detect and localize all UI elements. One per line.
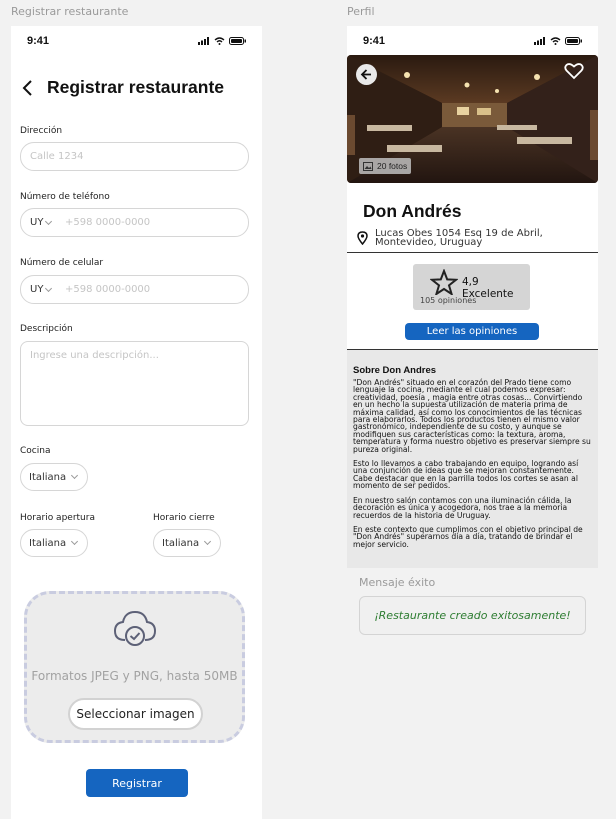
phone-country-code: UY — [30, 217, 44, 228]
read-reviews-button[interactable]: Leer las opiniones — [405, 323, 539, 340]
success-message: ¡Restaurante creado exitosamente! — [374, 609, 571, 622]
opening-value: Italiana — [29, 537, 67, 549]
about-paragraph: "Don Andrés" situado en el corazón del P… — [353, 378, 591, 454]
address-line-2: Montevideo, Uruguay — [375, 237, 483, 248]
about-paragraph: En nuestro salón contamos con una ilumin… — [353, 495, 572, 520]
signal-icon — [534, 37, 545, 45]
upload-formats-text: Formatos JPEG y PNG, hasta 50MB — [31, 669, 238, 683]
restaurant-photo[interactable]: 20 fotos — [347, 55, 598, 183]
description-textarea[interactable]: Ingrese una descripción... — [20, 341, 249, 426]
frame-label-profile: Perfil — [347, 5, 375, 18]
about-title: Sobre Don Andres — [353, 365, 437, 376]
divider — [347, 252, 598, 253]
phone-input[interactable]: UY +598 0000-0000 — [20, 208, 249, 237]
description-label: Descripción — [20, 324, 73, 334]
about-section: Sobre Don Andres "Don Andrés" situado en… — [347, 350, 598, 568]
back-button[interactable] — [19, 78, 37, 98]
mobile-input[interactable]: UY +598 0000-0000 — [20, 275, 249, 304]
about-paragraph: Esto lo llevamos a cabo trabajando en eq… — [353, 459, 579, 491]
frame-label-register: Registrar restaurante — [11, 5, 129, 18]
about-paragraph: En este contexto que cumplimos con el ob… — [353, 524, 583, 549]
photo-count-text: 20 fotos — [377, 161, 408, 171]
phone-placeholder: +598 0000-0000 — [65, 217, 151, 228]
status-bar: 9:41 — [11, 26, 262, 56]
closing-value: Italiana — [162, 537, 200, 549]
address-input[interactable]: Calle 1234 — [20, 142, 249, 171]
restaurant-address: Lucas Obes 1054 Esq 19 de Abril, Montevi… — [375, 229, 543, 248]
register-button[interactable]: Registrar — [86, 769, 188, 797]
heart-icon — [564, 63, 584, 80]
opening-label: Horario apertura — [20, 513, 95, 523]
frame-label-success: Mensaje éxito — [359, 576, 436, 589]
about-text: "Don Andrés" situado en el corazón del P… — [353, 379, 592, 548]
description-placeholder: Ingrese una descripción... — [30, 350, 159, 361]
favorite-button[interactable] — [563, 61, 585, 81]
chevron-down-icon — [71, 471, 79, 480]
select-image-button[interactable]: Seleccionar imagen — [68, 698, 203, 730]
battery-icon — [565, 37, 582, 45]
rating-card: 4,9 Excelente 105 opiniones — [413, 264, 530, 310]
cuisine-select[interactable]: Italiana — [20, 463, 88, 491]
mobile-placeholder: +598 0000-0000 — [65, 284, 151, 295]
cuisine-value: Italiana — [29, 471, 67, 483]
cloud-check-icon — [113, 610, 157, 646]
signal-icon — [198, 37, 209, 45]
chevron-down-icon — [204, 537, 212, 546]
chevron-down-icon — [45, 284, 53, 292]
address-label: Dirección — [20, 126, 63, 136]
location-pin-icon — [357, 231, 368, 245]
arrow-left-icon — [360, 69, 371, 80]
status-bar: 9:41 — [347, 26, 598, 56]
wifi-icon — [550, 37, 561, 45]
mobile-country-select[interactable]: UY — [21, 284, 65, 295]
cuisine-label: Cocina — [20, 446, 51, 456]
profile-screen: 9:41 20 fotos Don Andrés Lucas Obes 1054… — [347, 26, 598, 568]
photo-count-badge[interactable]: 20 fotos — [359, 158, 412, 174]
mobile-country-code: UY — [30, 284, 44, 295]
reviews-count: 105 opiniones — [420, 296, 477, 305]
phone-country-select[interactable]: UY — [21, 217, 65, 228]
success-toast: ¡Restaurante creado exitosamente! — [359, 596, 586, 635]
chevron-down-icon — [45, 217, 53, 225]
image-icon — [363, 161, 373, 171]
wifi-icon — [214, 37, 225, 45]
page-title: Registrar restaurante — [47, 77, 225, 97]
image-dropzone[interactable]: Formatos JPEG y PNG, hasta 50MB Seleccio… — [24, 591, 245, 743]
mobile-label: Número de celular — [20, 258, 104, 268]
closing-label: Horario cierre — [153, 513, 215, 523]
status-time: 9:41 — [363, 35, 386, 47]
phone-label: Número de teléfono — [20, 192, 110, 202]
status-time: 9:41 — [27, 35, 50, 47]
battery-icon — [229, 37, 246, 45]
address-placeholder: Calle 1234 — [30, 151, 84, 162]
restaurant-name: Don Andrés — [363, 201, 462, 221]
opening-select[interactable]: Italiana — [20, 529, 88, 557]
closing-select[interactable]: Italiana — [153, 529, 221, 557]
chevron-left-icon — [22, 80, 32, 96]
star-icon — [430, 269, 458, 295]
photo-back-button[interactable] — [356, 64, 377, 85]
chevron-down-icon — [71, 537, 79, 546]
